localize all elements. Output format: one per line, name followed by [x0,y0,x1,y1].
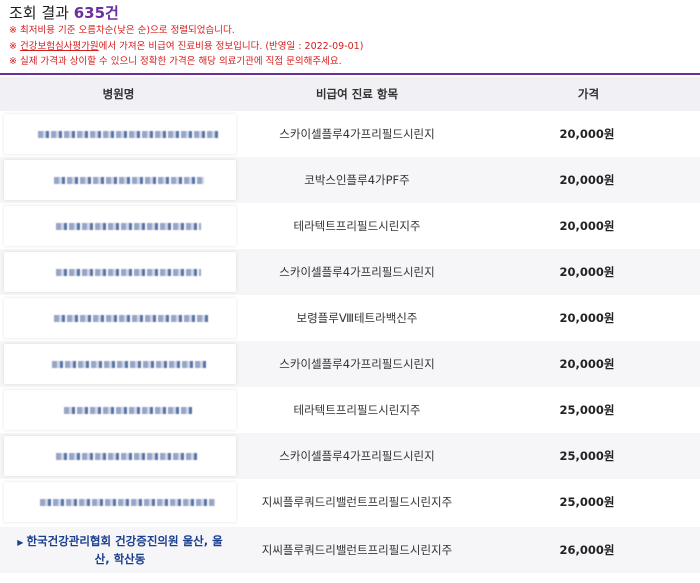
blurred-text [38,131,218,138]
table-row[interactable]: ▶ 한국건강관리협회 건강증진의원 울산, 울 산, 학산동 지씨플루쿼드리밸런트… [0,527,700,573]
price: 20,000원 [559,357,615,371]
item-name: 스카이셀플루4가프리필드시린지 [279,449,435,463]
price: 20,000원 [559,127,615,141]
item-name: 지씨플루쿼드리밸런트프리필드시린지주 [261,543,453,557]
blurred-text [64,407,194,414]
column-item: 비급여 진료 항목 [315,87,399,101]
triangle-right-icon: ▶ [17,538,24,547]
table-header: 병원명 비급여 진료 항목 가격 [0,77,700,111]
blurred-text [56,223,201,230]
table-row[interactable]: 지씨플루쿼드리밸런트프리필드시린지주 25,000원 [0,479,700,525]
source-notice: ※ 건강보험심사평가원에서 가져온 비급여 진료비용 정보입니다. (반영일 :… [9,41,364,52]
price: 25,000원 [559,403,615,417]
hospital-name-link[interactable]: ▶ 한국건강관리협회 건강증진의원 울산, 울 산, 학산동 [4,530,236,570]
result-title: 조회 결과 635건 [9,4,119,22]
blurred-text [40,499,215,506]
hira-link[interactable]: 건강보험심사평가원 [20,41,99,52]
hospital-name-blurred[interactable] [4,206,236,246]
result-count: 635건 [73,4,119,22]
hospital-name-blurred[interactable] [4,252,236,292]
item-name: 코박스인플루4가PF주 [304,173,410,187]
table-row[interactable]: 테라텍트프리필드시린지주 20,000원 [0,203,700,249]
hospital-name-blurred[interactable] [4,160,236,200]
table-row[interactable]: 스카이셀플루4가프리필드시린지 25,000원 [0,433,700,479]
table-row[interactable]: 코박스인플루4가PF주 20,000원 [0,157,700,203]
table-row[interactable]: 테라텍트프리필드시린지주 25,000원 [0,387,700,433]
price: 20,000원 [559,265,615,279]
item-name: 테라텍트프리필드시린지주 [293,219,421,233]
hospital-name-blurred[interactable] [4,344,236,384]
table-row[interactable]: 스카이셀플루4가프리필드시린지 20,000원 [0,341,700,387]
price-disclaimer: ※ 실제 가격과 상이할 수 있으니 정확한 가격은 해당 의료기관에 직접 문… [9,56,342,67]
result-header: 조회 결과 635건 ※ 최저비용 기준 오름차순(낮은 순)으로 정렬되었습니… [0,0,700,75]
price: 25,000원 [559,449,615,463]
item-name: 스카이셀플루4가프리필드시린지 [279,357,435,371]
blurred-text [52,361,207,368]
hospital-name-blurred[interactable] [4,482,236,522]
hospital-name-blurred[interactable] [4,114,236,154]
item-name: 테라텍트프리필드시린지주 [293,403,421,417]
item-name: 지씨플루쿼드리밸런트프리필드시린지주 [261,495,453,509]
blurred-text [56,453,199,460]
price: 26,000원 [559,543,615,557]
blurred-text [54,315,209,322]
item-name: 스카이셀플루4가프리필드시린지 [279,265,435,279]
item-name: 스카이셀플루4가프리필드시린지 [279,127,435,141]
price: 20,000원 [559,173,615,187]
column-hospital: 병원명 [102,87,135,101]
item-name: 보령플루Ⅷ테트라백신주 [296,311,418,325]
hospital-name-blurred[interactable] [4,390,236,430]
price: 20,000원 [559,219,615,233]
table-row[interactable]: 스카이셀플루4가프리필드시린지 20,000원 [0,111,700,157]
table-row[interactable]: 스카이셀플루4가프리필드시린지 20,000원 [0,249,700,295]
price: 25,000원 [559,495,615,509]
price: 20,000원 [559,311,615,325]
hospital-name-blurred[interactable] [4,298,236,338]
table-row[interactable]: 보령플루Ⅷ테트라백신주 20,000원 [0,295,700,341]
hospital-name-blurred[interactable] [4,436,236,476]
blurred-text [56,269,201,276]
sort-notice: ※ 최저비용 기준 오름차순(낮은 순)으로 정렬되었습니다. [9,25,235,36]
blurred-text [54,177,204,184]
column-price: 가격 [577,87,600,101]
